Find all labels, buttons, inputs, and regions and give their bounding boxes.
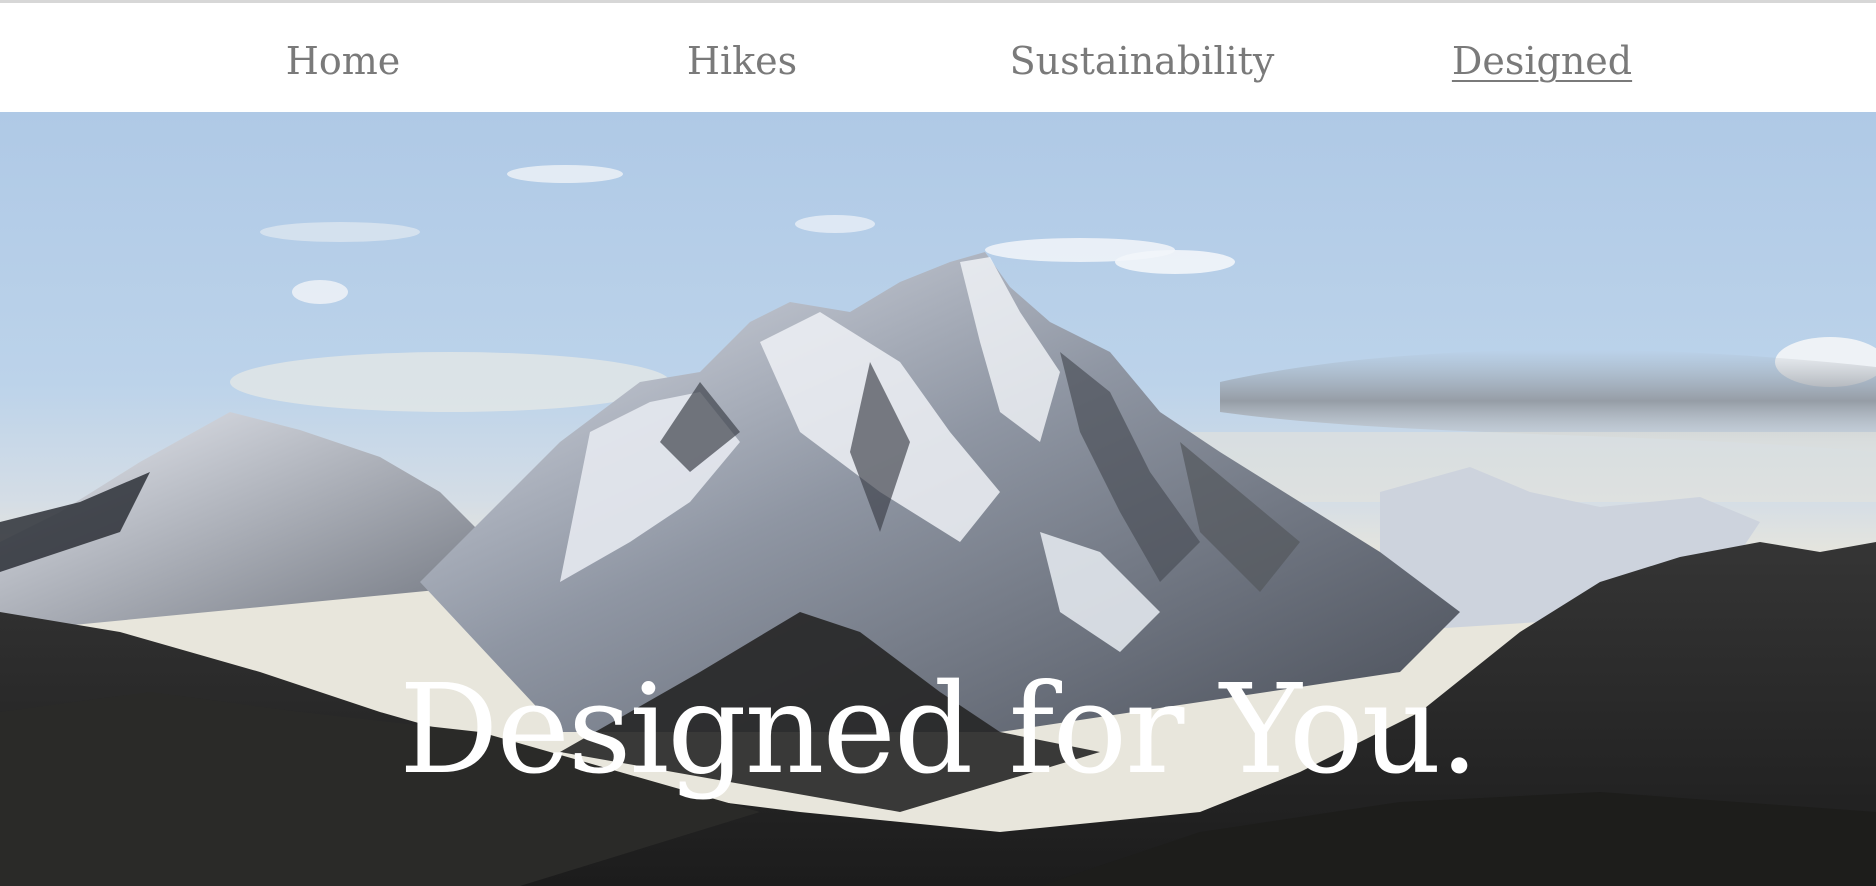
nav-link-home[interactable]: Home	[286, 31, 401, 91]
top-navigation: Home Hikes Sustainability Designed	[0, 3, 1876, 112]
hero-banner: Designed for You.	[0, 112, 1876, 886]
nav-link-hikes[interactable]: Hikes	[687, 31, 797, 91]
hero-headline: Designed for You.	[399, 658, 1479, 802]
nav-link-sustainability[interactable]: Sustainability	[1010, 31, 1275, 91]
nav-link-designed[interactable]: Designed	[1452, 31, 1632, 91]
